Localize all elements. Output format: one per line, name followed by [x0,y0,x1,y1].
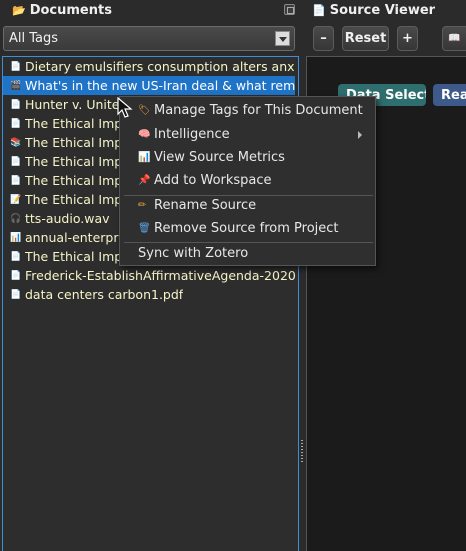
file-icon: 📄 [10,61,22,72]
book-icon: 📚 [10,137,22,148]
zoom-in-button[interactable]: + [397,26,418,51]
headphones-icon: 🎧 [10,213,22,224]
pencil-icon: ✏ [138,199,147,211]
trash-icon: 🗑 [138,222,151,234]
video-icon: 🎬 [10,80,22,91]
source-viewer-panel: 📄 Source Viewer – Reset + 📖 Data Select … [304,0,466,551]
menu-item-manage-tags[interactable]: 🏷 Manage Tags for This Document [121,99,374,121]
file-icon: 📄 [10,118,22,129]
menu-item-view-source-metrics[interactable]: 📊 View Source Metrics [121,146,374,168]
menu-item-label: Remove Source from Project [154,220,339,236]
file-icon: 📄 [10,289,22,300]
document-context-menu: 🏷 Manage Tags for This Document 🧠 Intell… [119,96,376,266]
menu-item-label: Sync with Zotero [138,245,249,261]
document-title: tts-audio.wav [25,211,110,226]
note-icon: 📝 [10,194,22,205]
menu-item-remove-source[interactable]: 🗑 Remove Source from Project [121,217,374,239]
menu-item-add-to-workspace[interactable]: 📌 Add to Workspace [121,169,374,191]
menu-item-label: Intelligence [154,126,230,142]
chart-icon: 📊 [10,232,22,243]
source-viewer-header: 📄 Source Viewer [304,0,466,20]
menu-item-label: Manage Tags for This Document [154,102,363,118]
book-icon: 📖 [448,33,461,44]
menu-item-label: View Source Metrics [154,149,285,165]
documents-panel: 📂 Documents All Tags 📄 Dietary emulsifier… [0,0,300,551]
menu-item-label: Add to Workspace [154,172,272,188]
mouse-cursor-icon [117,97,133,118]
reset-zoom-button[interactable]: Reset [342,26,389,51]
document-title: Frederick-EstablishAffirmativeAgenda-202… [25,268,295,283]
folder-open-icon: 📂 [12,3,26,17]
undock-panel-button[interactable] [284,4,295,15]
menu-item-intelligence[interactable]: 🧠 Intelligence [121,123,374,145]
menu-item-rename-source[interactable]: ✏ Rename Source [121,194,374,216]
file-icon: 📄 [10,175,22,186]
zoom-out-button[interactable]: – [313,26,334,51]
file-icon: 📄 [10,270,22,281]
tab-read[interactable]: Read [433,84,466,106]
chevron-down-icon[interactable] [275,31,290,46]
file-icon: 📄 [10,156,22,167]
documents-panel-header: 📂 Documents [0,0,300,20]
source-viewer-title: Source Viewer [329,2,436,18]
document-list-item[interactable]: 📄 data centers carbon1.pdf [3,285,295,304]
menu-item-sync-zotero[interactable]: Sync with Zotero [121,242,374,264]
file-icon: 📄 [10,99,22,110]
document-title: Dietary emulsifiers consumption alters a… [25,59,295,74]
document-title: What's in the new US-Iran deal & what re… [25,78,295,93]
submenu-arrow-icon [358,131,362,139]
document-list-item[interactable]: 🎬 What's in the new US-Iran deal & what r… [3,76,295,95]
read-mode-button[interactable]: 📖 [442,26,466,51]
tag-icon: 🏷 [138,104,151,116]
documents-panel-title: Documents [29,2,112,18]
document-title: data centers carbon1.pdf [25,287,184,302]
file-icon: 📄 [10,251,22,262]
document-icon: 📄 [312,3,326,17]
document-list-item[interactable]: 📄 Dietary emulsifiers consumption alters … [3,57,295,76]
pin-icon: 📌 [138,174,151,186]
tag-filter-value: All Tags [9,31,59,46]
tag-filter-select[interactable]: All Tags [3,26,295,51]
brain-icon: 🧠 [138,128,151,140]
chart-icon: 📊 [138,151,151,163]
document-list-item[interactable]: 📄 Frederick-EstablishAffirmativeAgenda-20… [3,266,295,285]
menu-item-label: Rename Source [154,197,257,213]
